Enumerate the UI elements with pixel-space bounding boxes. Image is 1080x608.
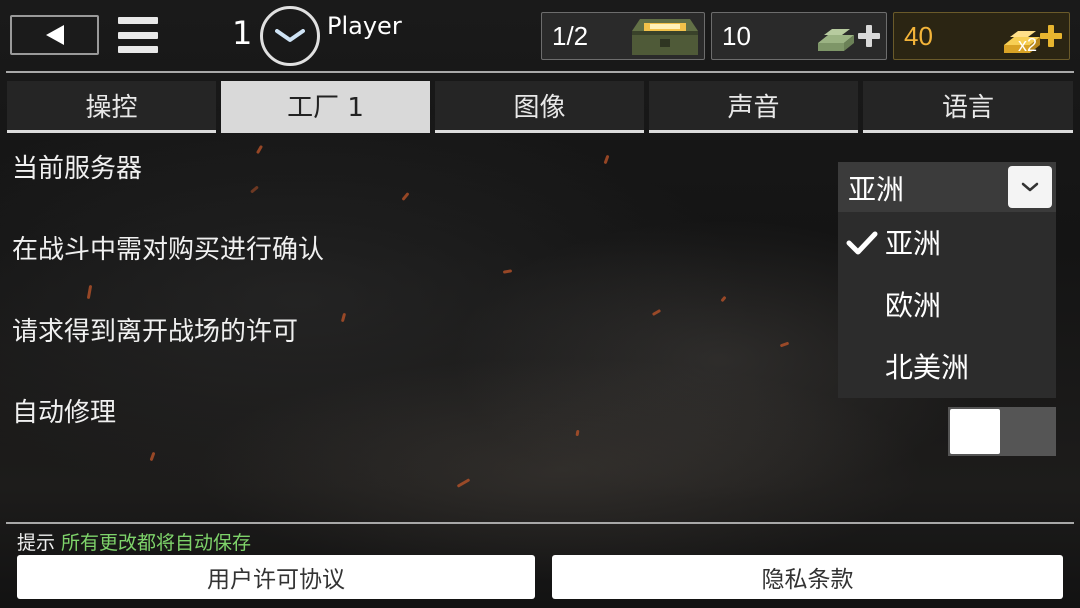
tab-label: 图像 (513, 93, 566, 123)
back-button[interactable] (10, 15, 99, 55)
footer-divider (6, 522, 1074, 524)
crate-count: 1/2 (552, 21, 589, 51)
hamburger-menu-icon (118, 17, 158, 24)
player-level: 1 (232, 14, 253, 52)
server-option-asia[interactable]: 亚洲 (838, 212, 1056, 272)
auto-repair-toggle[interactable] (948, 407, 1056, 456)
crate-counter[interactable]: 1/2 (541, 12, 705, 60)
ember-spark (86, 284, 93, 300)
tab-label: 声音 (727, 93, 780, 123)
ember-spark (149, 451, 156, 462)
ammo-crate-icon (632, 19, 698, 55)
privacy-policy-button[interactable]: 隐私条款 (552, 555, 1063, 599)
server-option-label: 亚洲 (885, 227, 942, 260)
hamburger-menu-icon (118, 31, 158, 39)
player-profile-button[interactable] (260, 6, 320, 66)
back-arrow-icon (45, 25, 64, 45)
toggle-knob[interactable] (950, 409, 1000, 454)
hamburger-menu-icon (118, 46, 158, 53)
setting-current-server-label: 当前服务器 (12, 154, 143, 184)
gold-count: 40 (904, 21, 933, 51)
tab-label: 工厂 1 (287, 93, 364, 123)
dropdown-toggle[interactable] (1008, 166, 1052, 208)
ember-spark (502, 269, 513, 274)
hint-text: 所有更改都将自动保存 (61, 532, 252, 554)
silver-bars-icon (818, 29, 854, 51)
silver-counter[interactable]: 10 (711, 12, 887, 60)
gold-multiplier: x2 (1018, 35, 1038, 55)
ember-spark (255, 144, 264, 155)
top-bar: 1 Player 1/2 10 40 x2 (0, 0, 1080, 72)
server-dropdown-menu: 亚洲 欧洲 北美洲 (838, 212, 1056, 398)
ember-spark (575, 429, 580, 437)
check-icon (846, 231, 878, 255)
user-license-button[interactable]: 用户许可协议 (17, 555, 535, 599)
tab-label: 操控 (85, 93, 138, 123)
ember-spark (603, 154, 610, 165)
chevron-down-icon (275, 29, 305, 42)
autosave-hint: 提示 所有更改都将自动保存 (17, 528, 251, 555)
ember-spark (720, 295, 727, 303)
server-option-europe[interactable]: 欧洲 (838, 274, 1056, 334)
ember-spark (250, 185, 259, 194)
server-option-label: 欧洲 (885, 289, 942, 322)
add-silver-icon (858, 25, 880, 47)
tab-sound[interactable]: 声音 (649, 81, 858, 133)
tab-language[interactable]: 语言 (863, 81, 1073, 133)
ember-spark (340, 312, 347, 323)
setting-confirm-purchase-label: 在战斗中需对购买进行确认 (12, 235, 325, 265)
tab-label: 语言 (941, 93, 994, 123)
setting-auto-repair-label: 自动修理 (12, 398, 117, 428)
menu-button[interactable] (118, 17, 158, 53)
header-divider (6, 71, 1074, 73)
ember-spark (779, 341, 790, 348)
chevron-down-icon (1021, 182, 1039, 192)
ember-spark (651, 308, 662, 317)
tab-controls[interactable]: 操控 (7, 81, 216, 133)
ember-spark (401, 192, 410, 201)
silver-count: 10 (722, 21, 751, 51)
gold-counter[interactable]: 40 x2 (893, 12, 1070, 60)
server-option-label: 北美洲 (885, 351, 970, 384)
ember-spark (456, 478, 471, 488)
setting-request-leave-label: 请求得到离开战场的许可 (12, 317, 299, 347)
hint-label: 提示 (17, 532, 56, 554)
tab-factory[interactable]: 工厂 1 (221, 81, 430, 133)
add-gold-icon (1040, 25, 1062, 47)
server-dropdown-value: 亚洲 (848, 173, 905, 206)
tab-graphics[interactable]: 图像 (435, 81, 644, 133)
player-name: Player (327, 12, 402, 40)
server-option-north-america[interactable]: 北美洲 (838, 336, 1056, 396)
server-dropdown[interactable]: 亚洲 (838, 162, 1056, 212)
